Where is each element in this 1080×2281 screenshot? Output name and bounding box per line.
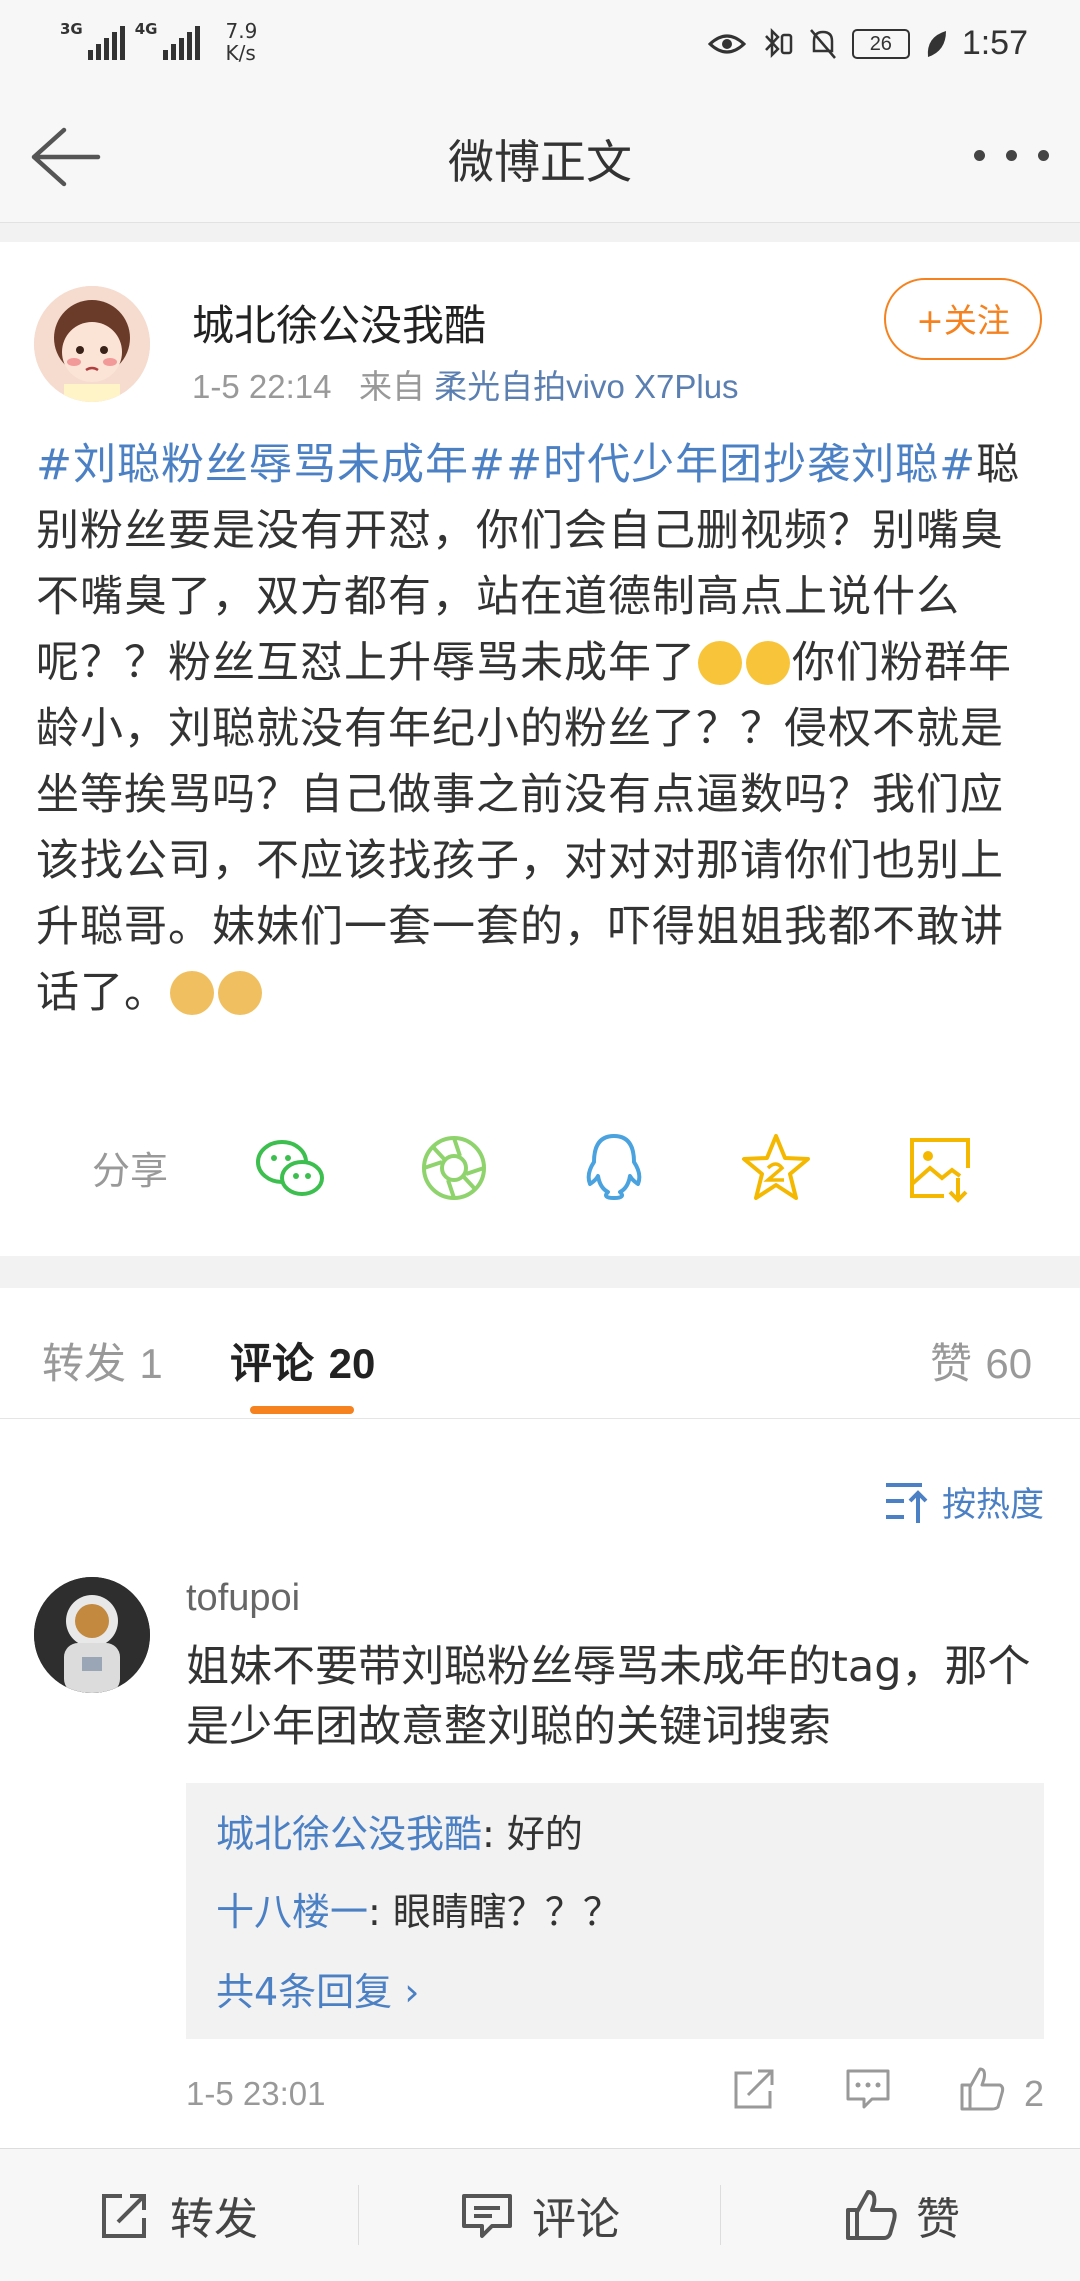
tab-repost-label: 转发 bbox=[42, 1339, 127, 1388]
sort-by-hot-button[interactable]: 按热度 bbox=[882, 1477, 1044, 1526]
status-right: 26 1:57 bbox=[707, 24, 1028, 63]
tab-like-count: 60 bbox=[985, 1340, 1033, 1387]
favorite-star-icon[interactable] bbox=[736, 1128, 816, 1208]
comment-label: 评论 bbox=[532, 2194, 620, 2245]
reply-box[interactable]: 城北徐公没我酷: 好的 十八楼一: 眼睛瞎？？？ 共4条回复 › bbox=[186, 1783, 1044, 2039]
status-bar: 3G 4G 7.9 K/s 26 1:57 bbox=[0, 0, 1080, 92]
author-name[interactable]: 城北徐公没我酷 bbox=[192, 292, 486, 353]
bluetooth-vibrate-icon bbox=[764, 27, 793, 58]
doge-emoji-icon bbox=[218, 971, 262, 1015]
sort-label: 按热度 bbox=[942, 1485, 1044, 1525]
reply-text: : 好的 bbox=[482, 1812, 583, 1856]
post-content: #刘聪粉丝辱骂未成年##时代少年团抄袭刘聪#聪别粉丝要是没有开怼，你们会自己删视… bbox=[36, 432, 1046, 1026]
girl-avatar-illustration bbox=[34, 286, 150, 402]
save-image-icon[interactable] bbox=[900, 1128, 980, 1208]
like-label: 赞 bbox=[916, 2194, 960, 2245]
comment-text: 姐妹不要带刘聪粉丝辱骂未成年的tag，那个是少年团故意整刘聪的关键词搜索 bbox=[186, 1642, 1031, 1752]
hashtag-link[interactable]: #刘聪粉丝辱骂未成年# bbox=[36, 440, 506, 490]
tab-comment-label: 评论 bbox=[230, 1339, 315, 1388]
page-title: 微博正文 bbox=[448, 135, 632, 189]
net-speed-value: 7.9 bbox=[225, 19, 258, 43]
status-left: 3G 4G 7.9 K/s bbox=[60, 20, 257, 64]
post-timestamp: 1-5 22:14 bbox=[192, 368, 332, 405]
follow-button[interactable]: +关注 bbox=[884, 278, 1042, 360]
post-meta: 1-5 22:14 来自 柔光自拍vivo X7Plus bbox=[192, 360, 739, 408]
qq-share-icon[interactable] bbox=[574, 1128, 654, 1208]
more-options-icon[interactable] bbox=[974, 140, 1052, 170]
blush-emoji-icon bbox=[698, 641, 742, 685]
reply-text: : 眼睛瞎？？？ bbox=[368, 1890, 621, 1934]
comment-repost-icon[interactable] bbox=[730, 2065, 778, 2113]
active-tab-indicator bbox=[250, 1406, 354, 1414]
net-speed: 7.9 K/s bbox=[226, 20, 258, 64]
signal-3g-icon: 3G bbox=[60, 20, 125, 60]
comment-icon bbox=[462, 2194, 512, 2238]
tab-repost[interactable]: 转发 1 bbox=[42, 1330, 163, 1391]
leaf-icon bbox=[927, 30, 946, 57]
battery-icon: 26 bbox=[851, 28, 910, 59]
signal1-label: 3G bbox=[60, 20, 83, 38]
net-speed-unit: K/s bbox=[225, 41, 256, 65]
moments-share-icon[interactable] bbox=[414, 1128, 494, 1208]
comment-reply-icon[interactable] bbox=[844, 2065, 892, 2113]
signal-4g-icon: 4G bbox=[135, 20, 200, 60]
comment-like-count: 2 bbox=[1024, 2073, 1045, 2114]
wechat-share-icon[interactable] bbox=[250, 1128, 330, 1208]
like-button[interactable]: 赞 bbox=[844, 2149, 960, 2281]
reply-author[interactable]: 十八楼一 bbox=[216, 1890, 368, 1934]
post-tabs: 转发 1 评论 20 赞 60 bbox=[0, 1288, 1080, 1419]
eye-icon bbox=[707, 34, 746, 53]
view-all-replies-link[interactable]: 共4条回复 › bbox=[216, 1961, 419, 2016]
tab-comment[interactable]: 评论 20 bbox=[230, 1330, 375, 1391]
commenter-avatar[interactable] bbox=[34, 1577, 150, 1693]
tab-like-label: 赞 bbox=[930, 1339, 973, 1388]
clock: 1:57 bbox=[961, 24, 1028, 62]
post-text: 你们粉群年龄小，刘聪就没有年纪小的粉丝了？？侵权不就是坐等挨骂吗？自己做事之前没… bbox=[36, 638, 1012, 1018]
astronaut-avatar-illustration bbox=[34, 1577, 150, 1693]
thumbs-up-icon bbox=[846, 2190, 897, 2240]
signal2-label: 4G bbox=[134, 20, 158, 38]
author-avatar[interactable] bbox=[34, 286, 150, 402]
post-source[interactable]: 柔光自拍vivo X7Plus bbox=[434, 368, 738, 405]
commenter-name[interactable]: tofupoi bbox=[186, 1577, 300, 1620]
divider bbox=[358, 2185, 359, 2245]
reply-item: 十八楼一: 眼睛瞎？？？ bbox=[216, 1881, 621, 1936]
comment-time: 1-5 23:01 bbox=[186, 2075, 326, 2112]
weibo-post: 城北徐公没我酷 1-5 22:14 来自 柔光自拍vivo X7Plus +关注… bbox=[0, 242, 1080, 1256]
tab-repost-count: 1 bbox=[139, 1340, 163, 1387]
top-nav-bar: 微博正文 bbox=[0, 92, 1080, 223]
hashtag-link[interactable]: #时代少年团抄袭刘聪# bbox=[506, 440, 976, 490]
sort-icon bbox=[886, 1482, 928, 1523]
source-prefix: 来自 bbox=[358, 368, 425, 405]
bottom-action-bar: 转发 评论 赞 bbox=[0, 2148, 1080, 2281]
tab-like[interactable]: 赞 60 bbox=[930, 1330, 1032, 1391]
repost-button[interactable]: 转发 bbox=[98, 2149, 258, 2281]
share-row: 分享 bbox=[0, 1100, 1080, 1220]
comment-list: 按热度 tofupoi 姐妹不要带刘聪粉丝辱骂未成年的tag，那个是少年团故意整… bbox=[0, 1419, 1080, 2149]
mute-bell-icon bbox=[809, 28, 836, 59]
repost-label: 转发 bbox=[170, 2194, 258, 2245]
repost-icon bbox=[102, 2194, 146, 2238]
tab-comment-count: 20 bbox=[328, 1340, 376, 1387]
doge-emoji-icon bbox=[170, 971, 214, 1015]
comment-button[interactable]: 评论 bbox=[460, 2149, 620, 2281]
share-label: 分享 bbox=[92, 1149, 169, 1193]
divider bbox=[720, 2185, 721, 2245]
comment-like-icon[interactable] bbox=[958, 2065, 1006, 2113]
reply-author[interactable]: 城北徐公没我酷 bbox=[216, 1812, 482, 1856]
reply-item: 城北徐公没我酷: 好的 bbox=[216, 1803, 583, 1858]
blush-emoji-icon bbox=[746, 641, 790, 685]
